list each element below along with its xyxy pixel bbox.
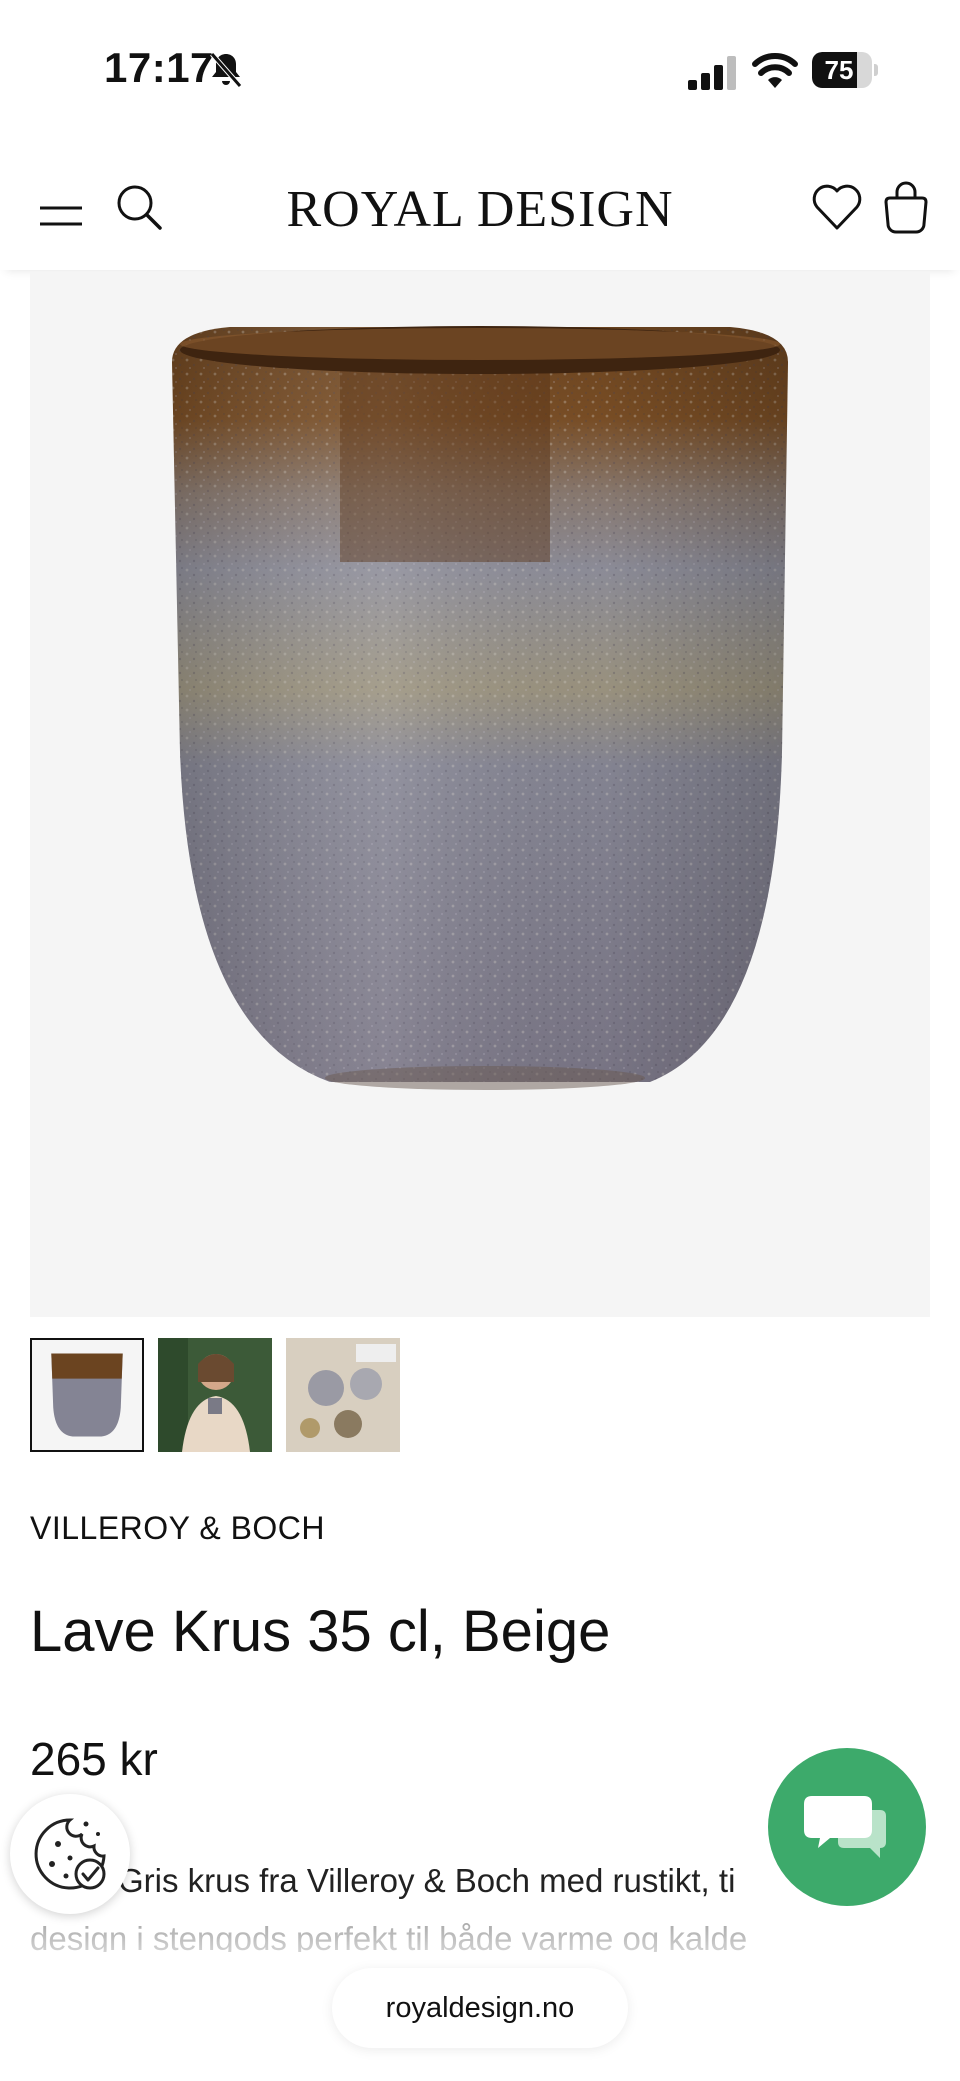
chat-bubbles-icon [804, 1796, 886, 1858]
wifi-icon [752, 53, 798, 88]
thumbnail-woman-holding-mug[interactable] [158, 1338, 272, 1452]
menu-icon[interactable] [38, 196, 84, 236]
cookie-settings-button[interactable] [10, 1794, 130, 1914]
thumbnail-table-setting[interactable] [286, 1338, 400, 1452]
product-price: 265 kr [30, 1733, 158, 1785]
status-time: 17:17 [104, 44, 214, 91]
product-image[interactable] [30, 272, 930, 1317]
shopping-bag-icon[interactable] [880, 178, 932, 236]
browser-url-bar[interactable]: royaldesign.no [332, 1968, 628, 2048]
product-brand[interactable]: VILLEROY & BOCH [30, 1510, 325, 1547]
battery-level: 75 [824, 55, 854, 85]
search-icon[interactable] [114, 182, 164, 232]
site-logo[interactable]: ROYAL DESIGN [250, 180, 710, 239]
battery-icon: 75 [812, 52, 878, 88]
cellular-signal-icon [688, 56, 736, 90]
bell-slash-icon [210, 52, 242, 88]
cookie-settings-icon [34, 1818, 106, 1890]
heart-icon[interactable] [810, 180, 864, 234]
mug-image [172, 326, 788, 1090]
thumbnail-mug[interactable] [30, 1338, 144, 1452]
status-bar: 17:17 75 [0, 0, 960, 140]
chat-button[interactable] [768, 1748, 926, 1906]
product-title: Lave Krus 35 cl, Beige [30, 1599, 611, 1664]
site-header: ROYAL DESIGN [0, 160, 960, 270]
